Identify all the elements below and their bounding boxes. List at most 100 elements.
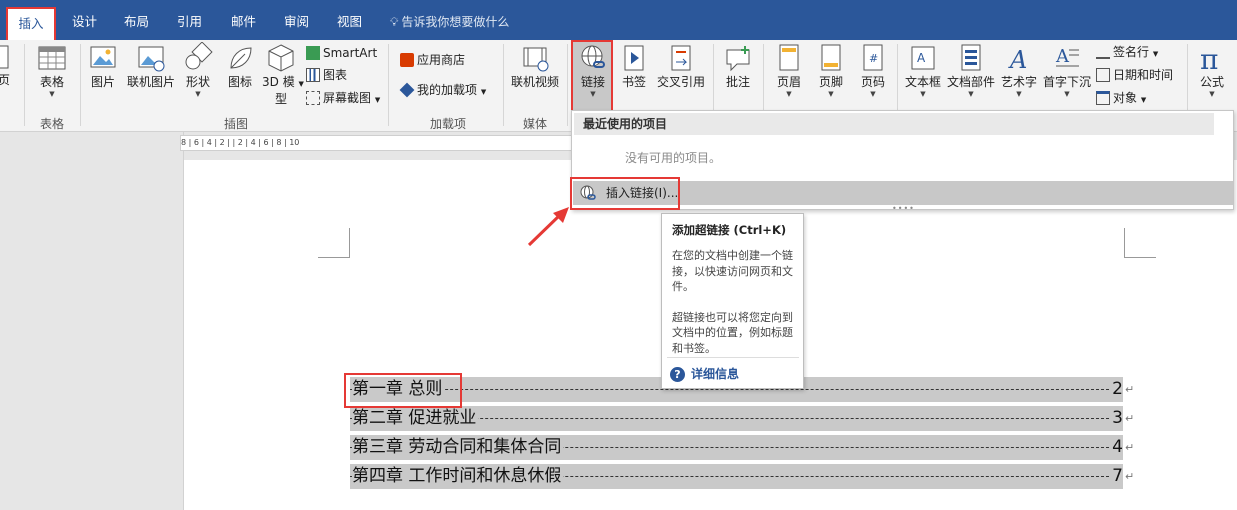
online-picture-button[interactable]: 联机图片: [124, 42, 178, 89]
comment-icon: [726, 46, 750, 72]
header-button[interactable]: 页眉 ▼: [771, 42, 807, 99]
icons-button[interactable]: 图标: [222, 42, 258, 89]
tab-design[interactable]: 设计: [72, 10, 97, 34]
tab-insert[interactable]: 插入: [6, 7, 56, 40]
equation-button[interactable]: π 公式 ▼: [1193, 42, 1231, 99]
no-items-text: 没有可用的项目。: [625, 151, 722, 165]
store-icon: [400, 53, 414, 67]
video-icon: [523, 47, 549, 72]
picture-button[interactable]: 图片: [86, 42, 120, 89]
online-video-button[interactable]: 联机视频: [508, 42, 562, 89]
resize-grip[interactable]: ••••: [892, 204, 915, 213]
tab-layout[interactable]: 布局: [124, 10, 149, 34]
left-margin-area: [0, 132, 184, 510]
tab-view[interactable]: 视图: [337, 10, 362, 34]
toc-entry[interactable]: 第二章 促进就业 3: [350, 406, 1123, 431]
store-button[interactable]: 应用商店: [400, 50, 465, 70]
toc-entry-title: 第三章 劳动合同和集体合同: [352, 435, 564, 460]
tell-me-text: 告诉我你想要做什么: [401, 15, 510, 29]
footer-button[interactable]: 页脚 ▼: [813, 42, 849, 99]
shapes-button[interactable]: 形状 ▼: [180, 42, 216, 99]
dropcap-button[interactable]: A 首字下沉 ▼: [1041, 42, 1093, 99]
smartart-icon: [306, 46, 320, 60]
red-arrow-icon: [527, 207, 569, 247]
tooltip-title: 添加超链接 (Ctrl+K): [672, 223, 787, 237]
calendar-icon: [1096, 68, 1110, 82]
group-separator: [388, 44, 389, 126]
group-label-media: 媒体: [522, 117, 547, 131]
hyperlink-tooltip: 添加超链接 (Ctrl+K) 在您的文档中创建一个链接，以快速访问网页和文件。 …: [661, 213, 804, 389]
svg-text:π: π: [1200, 43, 1218, 74]
dropdown-arrow-icon: ▼: [920, 90, 926, 98]
3d-models-button[interactable]: 3D 模 ▼ 型: [262, 42, 304, 106]
group-separator: [567, 44, 568, 126]
group-label-tables: 表格: [39, 117, 64, 131]
dropdown-arrow-icon: ▼: [49, 90, 55, 98]
ribbon-tab-bar: 插入 设计 布局 引用 邮件 审阅 视图 💡︎ 告诉我你想要做什么: [0, 0, 1237, 40]
page-number-button[interactable]: # 页码 ▼: [855, 42, 891, 99]
dropdown-arrow-icon: ▼: [298, 80, 304, 88]
paragraph-mark-icon: ↵: [1125, 383, 1135, 396]
bookmark-icon: [624, 45, 644, 71]
link-button-highlight: [571, 40, 613, 112]
header-icon: [779, 44, 799, 71]
table-icon: [38, 46, 66, 70]
signature-icon: [1096, 45, 1110, 59]
screenshot-button[interactable]: 屏幕截图 ▼: [306, 88, 380, 110]
svg-text:A: A: [1055, 46, 1070, 67]
textbox-icon: A: [911, 46, 935, 70]
tell-me-box[interactable]: 💡︎ 告诉我你想要做什么: [390, 10, 509, 34]
dropdown-arrow-icon: ▼: [786, 90, 792, 98]
dropdown-arrow-icon: ▼: [1016, 90, 1022, 98]
cube-icon: [268, 44, 294, 72]
quick-parts-icon: [961, 44, 981, 71]
tab-references[interactable]: 引用: [177, 10, 202, 34]
dropdown-arrow-icon: ▼: [374, 96, 381, 104]
signature-line-button[interactable]: 签名行 ▼: [1096, 42, 1158, 64]
chart-button[interactable]: 图表: [306, 65, 347, 85]
wordart-button[interactable]: A 艺术字 ▼: [999, 42, 1039, 99]
toc-entry-title: 第二章 促进就业: [352, 406, 479, 431]
textbox-button[interactable]: A 文本框 ▼: [903, 42, 943, 99]
toc-entry[interactable]: 第四章 工作时间和休息休假 7: [350, 464, 1123, 489]
insert-link-highlight: [570, 177, 680, 210]
group-separator: [503, 44, 504, 126]
pages-button[interactable]: 页: [0, 42, 14, 87]
quick-parts-button[interactable]: 文档部件 ▼: [945, 42, 997, 99]
bookmark-button[interactable]: 书签: [617, 42, 651, 89]
tab-mailings[interactable]: 邮件: [231, 10, 256, 34]
dropdown-arrow-icon: ▼: [480, 88, 487, 96]
crop-mark-right: [1124, 228, 1156, 258]
toc-entry-page: 4: [1110, 435, 1123, 460]
group-label-illustrations: 插图: [223, 117, 248, 131]
group-label-addins: 加载项: [429, 117, 466, 131]
dropcap-icon: A: [1055, 46, 1079, 67]
page-number-icon: #: [863, 44, 883, 71]
screenshot-icon: [306, 91, 320, 105]
svg-text:A: A: [917, 51, 926, 65]
object-icon: [1096, 91, 1110, 105]
date-time-button[interactable]: 日期和时间: [1096, 65, 1173, 85]
dropdown-arrow-icon: ▼: [1064, 90, 1070, 98]
smartart-button[interactable]: SmartArt: [306, 43, 377, 63]
toc-entry[interactable]: 第三章 劳动合同和集体合同 4: [350, 435, 1123, 460]
dropdown-arrow-icon: ▼: [1140, 96, 1147, 104]
comment-button[interactable]: 批注: [719, 42, 757, 89]
dropdown-arrow-icon: ▼: [1152, 50, 1159, 58]
table-button[interactable]: 表格 ▼: [34, 42, 70, 99]
dropdown-arrow-icon: ▼: [828, 90, 834, 98]
dropdown-arrow-icon: ▼: [968, 90, 974, 98]
dropdown-arrow-icon: ▼: [195, 90, 201, 98]
dropdown-arrow-icon: ▼: [1209, 90, 1215, 98]
group-separator: [80, 44, 81, 126]
object-button[interactable]: 对象 ▼: [1096, 88, 1146, 110]
cross-reference-button[interactable]: 交叉引用: [654, 42, 708, 89]
paragraph-mark-icon: ↵: [1125, 412, 1135, 425]
my-addins-button[interactable]: 我的加载项 ▼: [399, 80, 487, 102]
tell-me-more-link[interactable]: ? 详细信息: [670, 365, 739, 382]
svg-text:A: A: [1008, 46, 1027, 74]
group-separator: [24, 44, 25, 126]
icons-icon: [230, 47, 252, 69]
help-icon: ?: [670, 367, 685, 382]
tab-review[interactable]: 审阅: [284, 10, 309, 34]
